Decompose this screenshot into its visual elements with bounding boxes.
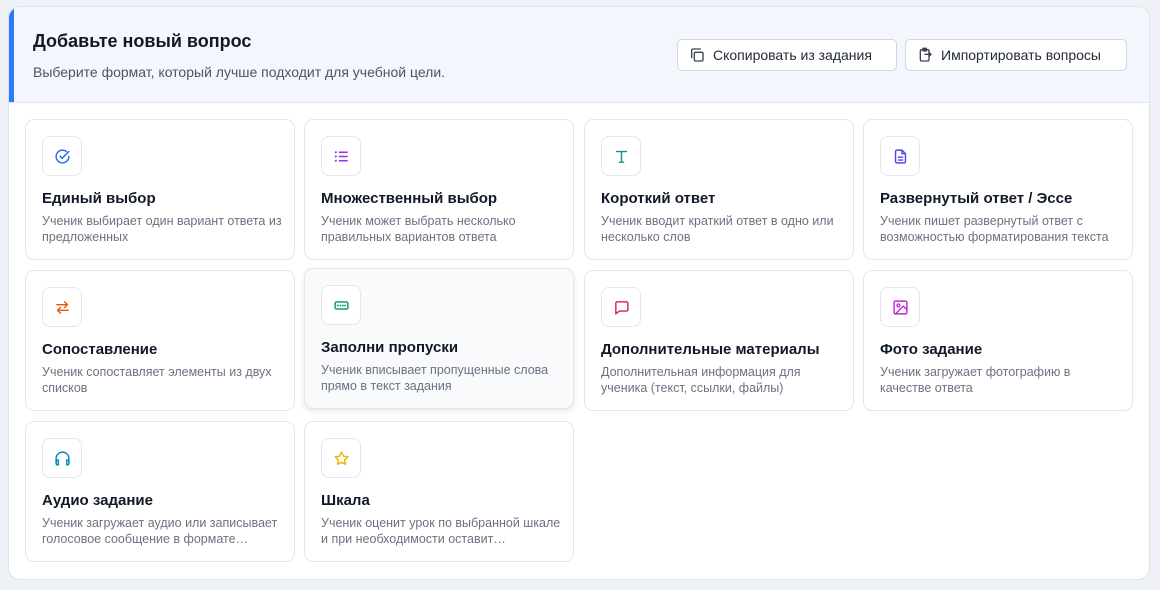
- card-description: Ученик выбирает один вариант ответа из п…: [42, 214, 282, 244]
- headphones-icon: [54, 450, 70, 466]
- card-description: Ученик оценит урок по выбранной шкале и …: [321, 516, 561, 546]
- card-description: Ученик может выбрать несколько правильны…: [321, 214, 516, 244]
- card-title: Единый выбор: [42, 190, 156, 207]
- add-question-panel: Добавьте новый вопрос Выберите формат, к…: [8, 6, 1150, 580]
- card-title: Фото задание: [880, 341, 983, 358]
- question-type-grid: Единый выбор Ученик выбирает один вариан…: [9, 7, 1149, 579]
- card-description: Дополнительная информация для ученика (т…: [601, 365, 801, 395]
- question-type-multiple-choice[interactable]: Множественный выбор Ученик может выбрать…: [304, 119, 574, 260]
- card-description: Ученик сопоставляет элементы из двух спи…: [42, 365, 272, 395]
- card-description: Ученик загружает аудио или записывает го…: [42, 516, 278, 546]
- card-title: Развернутый ответ / Эссе: [880, 190, 1073, 207]
- card-title: Аудио задание: [42, 492, 153, 509]
- question-type-essay[interactable]: Развернутый ответ / Эссе Ученик пишет ра…: [863, 119, 1133, 260]
- input-field-icon: [333, 300, 349, 310]
- question-type-short-answer[interactable]: Короткий ответ Ученик вводит краткий отв…: [584, 119, 854, 260]
- swap-arrows-icon: [55, 300, 69, 314]
- card-title: Множественный выбор: [321, 190, 498, 207]
- question-type-single-choice[interactable]: Единый выбор Ученик выбирает один вариан…: [25, 119, 295, 260]
- card-description: Ученик вводит краткий ответ в одно или н…: [601, 214, 834, 244]
- card-description: Ученик пишет развернутый ответ с возможн…: [880, 214, 1109, 244]
- question-type-matching[interactable]: Сопоставление Ученик сопоставляет элемен…: [25, 270, 295, 411]
- text-icon: [615, 150, 627, 163]
- card-title: Заполни пропуски: [321, 339, 459, 356]
- card-title: Короткий ответ: [601, 190, 716, 207]
- question-type-scale[interactable]: Шкала Ученик оценит урок по выбранной шк…: [304, 421, 574, 562]
- card-description: Ученик загружает фотографию в качестве о…: [880, 365, 1071, 395]
- image-icon: [892, 299, 908, 315]
- card-title: Сопоставление: [42, 341, 158, 358]
- card-title: Шкала: [321, 492, 370, 509]
- card-title: Дополнительные материалы: [601, 341, 820, 358]
- check-circle-icon: [54, 148, 70, 164]
- card-description: Ученик вписывает пропущенные слова прямо…: [321, 363, 549, 393]
- question-type-fill-blanks[interactable]: Заполни пропуски Ученик вписывает пропущ…: [304, 268, 574, 409]
- document-icon: [894, 148, 906, 164]
- question-type-audio[interactable]: Аудио задание Ученик загружает аудио или…: [25, 421, 295, 562]
- question-type-photo[interactable]: Фото задание Ученик загружает фотографию…: [863, 270, 1133, 411]
- star-icon: [333, 450, 349, 465]
- list-icon: [334, 150, 348, 162]
- question-type-extra-materials[interactable]: Дополнительные материалы Дополнительная …: [584, 270, 854, 411]
- message-icon: [614, 300, 629, 315]
